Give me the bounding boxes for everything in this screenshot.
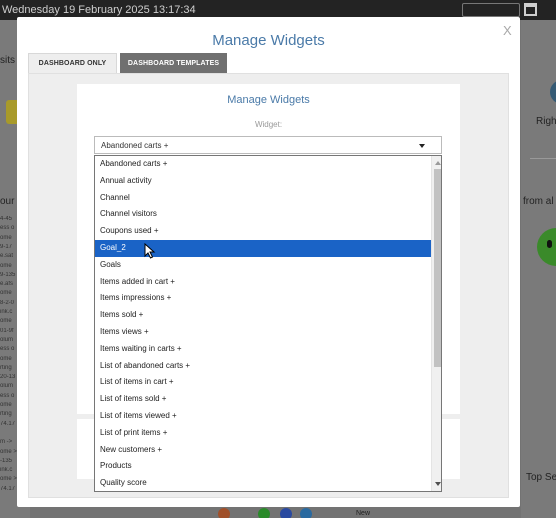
dropdown-option[interactable]: Channel visitors — [95, 206, 431, 223]
background-right-text: Top Se — [526, 472, 556, 483]
widget-label: Widget: — [254, 120, 283, 129]
dropdown-option[interactable]: Channel — [95, 190, 431, 207]
close-icon[interactable]: X — [503, 23, 512, 38]
background-datetime: Wednesday 19 February 2025 13:17:34 — [2, 4, 196, 16]
dropdown-option[interactable]: Items added in cart + — [95, 274, 431, 291]
dropdown-option[interactable]: Coupons used + — [95, 223, 431, 240]
dropdown-option[interactable]: Items impressions + — [95, 290, 431, 307]
background-new-label: New — [356, 510, 371, 517]
dropdown-option[interactable]: List of abandoned carts + — [95, 358, 431, 375]
dropdown-option[interactable]: Abandoned carts + — [95, 156, 431, 173]
scroll-up-icon[interactable] — [435, 161, 441, 165]
dropdown-option[interactable]: List of items sold + — [95, 391, 431, 408]
dropdown-option[interactable]: Items views + — [95, 324, 431, 341]
dropdown-option[interactable]: List of print items + — [95, 425, 431, 442]
background-left-text: sits — [0, 55, 15, 66]
background-status-icon — [258, 508, 270, 518]
background-topbar-button — [462, 3, 520, 17]
dropdown-option[interactable]: Annual activity — [95, 173, 431, 190]
background-divider — [530, 158, 556, 159]
scroll-down-icon[interactable] — [435, 482, 441, 486]
widget-select[interactable]: Abandoned carts + — [94, 136, 442, 154]
dropdown-option[interactable]: Items waiting in carts + — [95, 341, 431, 358]
modal-title: Manage Widgets — [212, 32, 325, 49]
dropdown-options: Abandoned carts + Annual activity Channel C… — [95, 156, 431, 491]
background-status-icon — [280, 508, 292, 518]
widget-card-title: Manage Widgets — [227, 94, 310, 106]
scrollbar-thumb[interactable] — [434, 169, 441, 367]
dropdown-option[interactable]: List of items viewed + — [95, 408, 431, 425]
tab-dashboard-only[interactable]: DASHBOARD ONLY — [28, 53, 117, 73]
dropdown-option[interactable]: Items sold + — [95, 307, 431, 324]
dropdown-scrollbar[interactable] — [431, 156, 441, 491]
chevron-down-icon — [419, 144, 425, 148]
dropdown-option[interactable]: List of items in cart + — [95, 374, 431, 391]
dropdown-option[interactable]: Products — [95, 458, 431, 475]
background-left-text: our — [0, 196, 15, 207]
background-status-icon — [300, 508, 312, 518]
dropdown-option[interactable]: New customers + — [95, 442, 431, 459]
calendar-icon — [524, 3, 537, 16]
tab-dashboard-templates[interactable]: DASHBOARD TEMPLATES — [120, 53, 227, 73]
background-status-icon — [218, 508, 230, 518]
background-right-text: from al — [523, 196, 554, 207]
background-right-text: Righ — [536, 116, 556, 127]
widget-select-value: Abandoned carts + — [101, 141, 169, 150]
dropdown-option[interactable]: Goals — [95, 257, 431, 274]
dropdown-option[interactable]: Quality score — [95, 475, 431, 491]
widget-dropdown-list[interactable]: Abandoned carts + Annual activity Channel C… — [94, 155, 442, 492]
mouse-pointer-icon — [144, 243, 156, 259]
